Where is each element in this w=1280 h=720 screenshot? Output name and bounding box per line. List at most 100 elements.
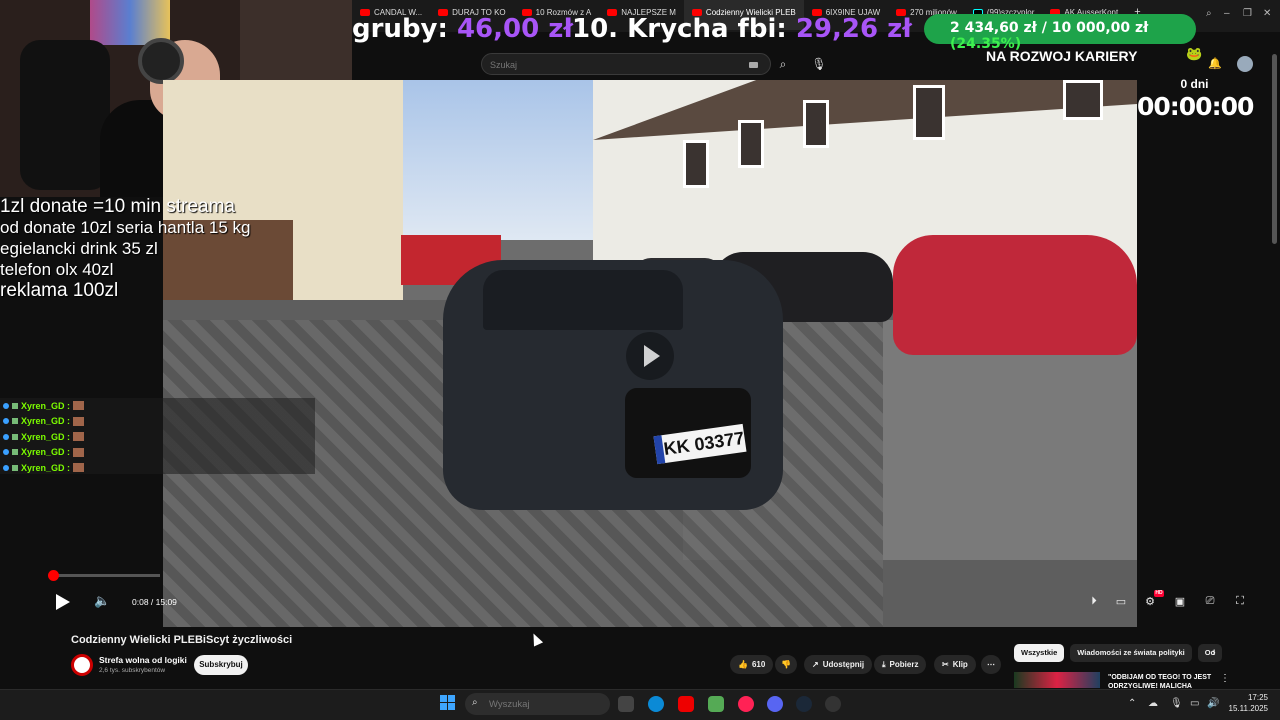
more-actions-button[interactable]: ⋯ xyxy=(981,655,1001,674)
keyboard-icon[interactable] xyxy=(749,62,758,68)
share-icon: ↗ xyxy=(812,660,819,669)
donate-rule: telefon olx 40zl xyxy=(0,260,114,279)
search-input[interactable] xyxy=(490,56,740,73)
thumbs-down-icon: 👎 xyxy=(781,660,791,669)
chevron-up-icon[interactable]: ⌃ xyxy=(1128,698,1136,709)
clip-button[interactable]: ✂ Klip xyxy=(934,655,976,674)
video-player[interactable]: KK 03377 xyxy=(163,80,1137,627)
chat-overlay: Xyren_GD : Xyren_GD : Xyren_GD : Xyren_G… xyxy=(0,398,315,474)
share-button[interactable]: ↗ Udostępnij xyxy=(804,655,873,674)
youtube-app-icon[interactable] xyxy=(678,696,694,712)
filter-chip[interactable]: Wiadomości ze świata polityki xyxy=(1070,644,1192,662)
snipping-tool-icon[interactable] xyxy=(708,696,724,712)
subscriber-count: 2,6 tys. subskrybentów xyxy=(99,667,166,674)
microphone-tray-icon[interactable]: 🎙 xyxy=(1170,698,1183,709)
download-label: Pobierz xyxy=(889,660,919,669)
sub-badge-icon xyxy=(3,433,9,440)
network-icon[interactable]: ▭ xyxy=(1190,698,1199,709)
emote-icon xyxy=(73,432,85,442)
chat-username: Xyren_GD : xyxy=(21,447,71,458)
taskbar-search-input[interactable] xyxy=(489,697,599,711)
chat-message: Xyren_GD : xyxy=(0,414,315,430)
search-icon[interactable]: ⌕ xyxy=(771,53,795,75)
chat-username: Xyren_GD : xyxy=(21,400,71,411)
cloud-icon[interactable]: ☁ xyxy=(1148,698,1158,709)
emote-icon xyxy=(73,447,85,457)
badge-icon xyxy=(12,464,18,471)
donate-rule: reklama 100zl xyxy=(0,280,119,301)
volume-icon[interactable]: 🔈 xyxy=(94,593,110,609)
taskbar xyxy=(0,689,1280,720)
like-button[interactable]: 👍 610 xyxy=(730,655,774,674)
donate-rule: egielancki drink 35 zl xyxy=(0,239,158,258)
big-play-icon[interactable] xyxy=(626,332,674,380)
sub-badge-icon xyxy=(3,418,9,425)
chevron-right-icon[interactable]: › xyxy=(1212,647,1216,659)
badge-icon xyxy=(12,418,18,425)
cast-icon[interactable]: ⎚ xyxy=(1202,595,1218,608)
headphone-icon xyxy=(138,38,184,84)
download-button[interactable]: ⤓ Pobierz xyxy=(874,655,927,674)
clock-date[interactable]: 15.11.2025 xyxy=(1222,704,1268,713)
obs-icon[interactable] xyxy=(825,696,841,712)
speaker-icon[interactable]: 🔊 xyxy=(1207,698,1219,709)
windows-start-icon[interactable] xyxy=(440,695,456,711)
scissors-icon: ✂ xyxy=(942,660,949,669)
play-button[interactable] xyxy=(52,592,72,612)
search-box[interactable] xyxy=(481,53,771,75)
goal-target: 10 000,00 zł xyxy=(1051,20,1149,36)
recommended-thumbnail[interactable] xyxy=(1014,672,1100,688)
seek-handle[interactable] xyxy=(48,570,59,581)
channel-avatar[interactable] xyxy=(71,654,93,676)
chat-username: Xyren_GD : xyxy=(21,431,71,442)
subscribe-button[interactable]: Subskrybuj xyxy=(194,655,248,675)
badge-icon xyxy=(12,402,18,409)
video-title: Codzienny Wielicki PLEBiScyt życzliwości xyxy=(71,634,293,646)
ranking-label: 10. Krycha fbi: xyxy=(572,14,787,44)
page-scrollbar[interactable] xyxy=(1272,54,1277,244)
edge-icon[interactable] xyxy=(648,696,664,712)
thumbs-up-icon: 👍 xyxy=(738,660,748,669)
chat-message: Xyren_GD : xyxy=(0,429,315,445)
account-avatar[interactable] xyxy=(1237,56,1253,72)
badge-icon xyxy=(12,449,18,456)
ranking-label: gruby: xyxy=(352,14,448,44)
subtitles-icon[interactable]: ▭ xyxy=(1113,595,1129,608)
channel-name[interactable]: Strefa wolna od logiki xyxy=(99,655,187,665)
steam-icon[interactable] xyxy=(796,696,812,712)
like-count: 610 xyxy=(751,660,766,669)
filter-chip[interactable]: Od xyxy=(1197,644,1222,662)
sub-badge-icon xyxy=(3,464,9,471)
clock-time[interactable]: 17:25 xyxy=(1225,693,1268,702)
filter-chip-all[interactable]: Wszystkie xyxy=(1014,644,1065,662)
dislike-button[interactable]: 👎 xyxy=(775,655,797,674)
more-icon: ⋯ xyxy=(987,660,995,669)
taskbar-search[interactable]: ⌕ xyxy=(465,693,610,715)
more-vert-icon[interactable]: ⋮ xyxy=(1220,673,1230,684)
microphone-icon[interactable]: 🎙 xyxy=(808,53,830,75)
discord-icon[interactable] xyxy=(767,696,783,712)
theater-mode-icon[interactable]: ▣ xyxy=(1172,595,1188,608)
goal-separator: / xyxy=(1036,20,1052,36)
chat-message: Xyren_GD : xyxy=(0,398,315,414)
chat-username: Xyren_GD : xyxy=(21,462,71,473)
ranking-value: 29,26 zł xyxy=(795,14,912,44)
chat-message: Xyren_GD : xyxy=(0,460,315,476)
donate-rule: od donate 10zl seria hantla 15 kg xyxy=(0,218,251,237)
chat-username: Xyren_GD : xyxy=(21,416,71,427)
task-view-icon[interactable] xyxy=(618,696,634,712)
donate-info: 1zl donate =10 min streama od donate 10z… xyxy=(0,196,300,301)
notifications-bell-icon[interactable]: 🔔 xyxy=(1208,57,1222,70)
autoplay-toggle-icon[interactable]: ⏵ xyxy=(1086,595,1102,608)
opera-icon[interactable] xyxy=(738,696,754,712)
emote-icon xyxy=(73,463,85,473)
goal-title: NA ROZWOJ KARIERY xyxy=(986,48,1138,64)
fullscreen-icon[interactable]: ⛶ xyxy=(1232,595,1248,608)
chat-message: Xyren_GD : xyxy=(0,445,315,461)
seek-bar[interactable] xyxy=(52,574,160,577)
pepe-emote-icon: 🐸 xyxy=(1186,46,1203,61)
donate-rule: 1zl donate =10 min streama xyxy=(0,196,235,217)
stream-timer: 00:00:00 xyxy=(1137,92,1254,121)
timer-panel xyxy=(1137,76,1252,626)
sub-badge-icon xyxy=(3,402,9,409)
